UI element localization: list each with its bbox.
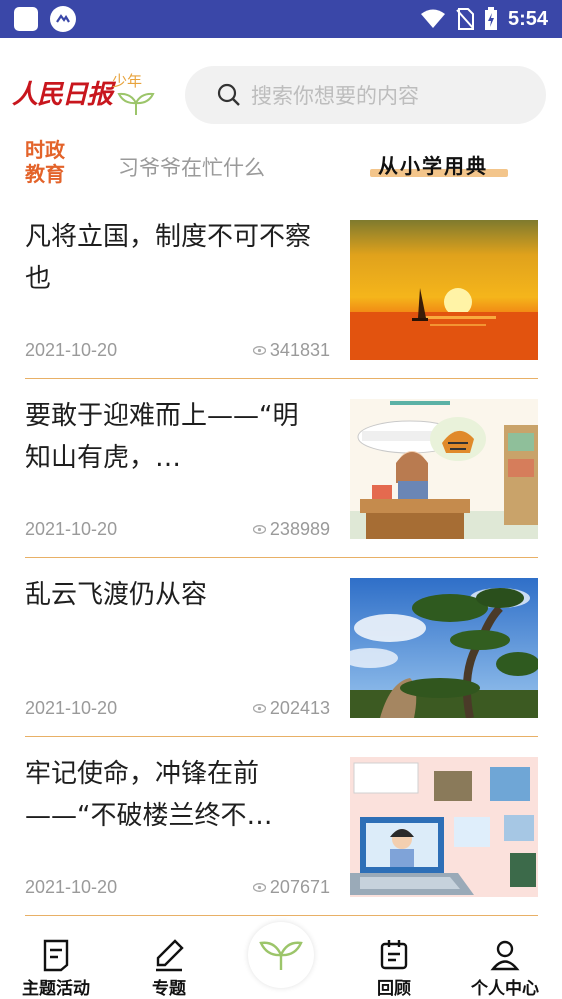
eye-icon bbox=[252, 525, 266, 534]
article-views: 207671 bbox=[252, 877, 330, 898]
document-icon bbox=[43, 939, 69, 972]
view-count: 341831 bbox=[269, 340, 330, 360]
teacher-tiger-illustration bbox=[350, 399, 538, 539]
no-sim-icon bbox=[456, 8, 474, 30]
view-count: 207671 bbox=[269, 877, 330, 897]
nav-label: 回顾 bbox=[377, 979, 411, 999]
list-item[interactable]: 凡将立国，制度不可不察也 2021-10-20 341831 bbox=[0, 200, 562, 379]
article-date: 2021-10-20 bbox=[25, 340, 118, 360]
article-views: 238989 bbox=[252, 519, 330, 540]
article-title: 乱云飞渡仍从容 bbox=[25, 580, 208, 610]
view-count: 238989 bbox=[269, 519, 330, 539]
link-circle-icon bbox=[50, 6, 76, 32]
article-views: 341831 bbox=[252, 340, 330, 361]
wifi-icon bbox=[420, 9, 445, 28]
article-date: 2021-10-20 bbox=[25, 698, 118, 718]
article-title: 要敢于迎难而上——“明知山有虎，… bbox=[25, 401, 299, 473]
search-input[interactable]: 搜索你想要的内容 bbox=[185, 66, 546, 124]
list-item[interactable]: 要敢于迎难而上——“明知山有虎，… 2021-10-20 238989 bbox=[0, 379, 562, 558]
app-square-icon bbox=[14, 7, 38, 31]
tab-politics-education[interactable]: 时政 教育 bbox=[25, 138, 75, 186]
status-bar: 5:54 bbox=[0, 0, 562, 38]
article-title: 牢记使命，冲锋在前——“不破楼兰终不… bbox=[25, 759, 273, 831]
logo-sub: 少年 bbox=[112, 72, 143, 90]
sprout-logo-icon bbox=[117, 92, 155, 115]
calendar-icon bbox=[380, 940, 408, 970]
category-tabs: 时政 教育 习爷爷在忙什么 从小学用典 bbox=[0, 133, 562, 195]
nav-label: 专题 bbox=[152, 979, 186, 999]
tab-grandpa-xi[interactable]: 习爷爷在忙什么 bbox=[118, 152, 265, 182]
nav-theme-activities[interactable]: 主题活动 bbox=[11, 938, 101, 999]
sunset-sea-image bbox=[350, 220, 538, 360]
search-placeholder: 搜索你想要的内容 bbox=[251, 84, 419, 108]
article-date: 2021-10-20 bbox=[25, 519, 118, 539]
search-icon bbox=[217, 83, 240, 106]
eye-icon bbox=[252, 883, 266, 892]
nav-home[interactable] bbox=[248, 922, 314, 988]
view-count: 202413 bbox=[269, 698, 330, 718]
battery-charging-icon bbox=[484, 7, 497, 30]
article-views: 202413 bbox=[252, 698, 330, 719]
sprout-icon bbox=[259, 941, 303, 970]
divider bbox=[25, 914, 538, 916]
header: 人民日报 少年 搜索你想要的内容 bbox=[0, 38, 562, 133]
nav-review[interactable]: 回顾 bbox=[349, 938, 439, 999]
nav-topics[interactable]: 专题 bbox=[124, 938, 214, 999]
clock: 5:54 bbox=[507, 7, 548, 30]
list-item[interactable]: 乱云飞渡仍从容 2021-10-20 202413 bbox=[0, 558, 562, 737]
laptop-teacher-illustration bbox=[350, 757, 538, 897]
bottom-nav: 主题活动 专题 回顾 个人中心 bbox=[0, 920, 562, 999]
eye-icon bbox=[252, 704, 266, 713]
person-icon bbox=[490, 940, 520, 971]
article-date: 2021-10-20 bbox=[25, 877, 118, 897]
nav-profile[interactable]: 个人中心 bbox=[460, 938, 550, 999]
pen-icon bbox=[156, 939, 184, 972]
list-item[interactable]: 牢记使命，冲锋在前——“不破楼兰终不… 2021-10-20 207671 bbox=[0, 737, 562, 916]
article-list: 凡将立国，制度不可不察也 2021-10-20 341831 要敢于迎难而上——… bbox=[0, 200, 562, 916]
logo-text: 人民日报 bbox=[12, 80, 113, 110]
article-title: 凡将立国，制度不可不察也 bbox=[25, 222, 312, 294]
nav-label: 个人中心 bbox=[471, 979, 539, 999]
tab-classic-quotes[interactable]: 从小学用典 bbox=[378, 150, 488, 179]
pine-tree-image bbox=[350, 578, 538, 718]
nav-label: 主题活动 bbox=[22, 979, 90, 999]
app-logo[interactable]: 人民日报 少年 bbox=[12, 72, 162, 120]
eye-icon bbox=[252, 346, 266, 355]
